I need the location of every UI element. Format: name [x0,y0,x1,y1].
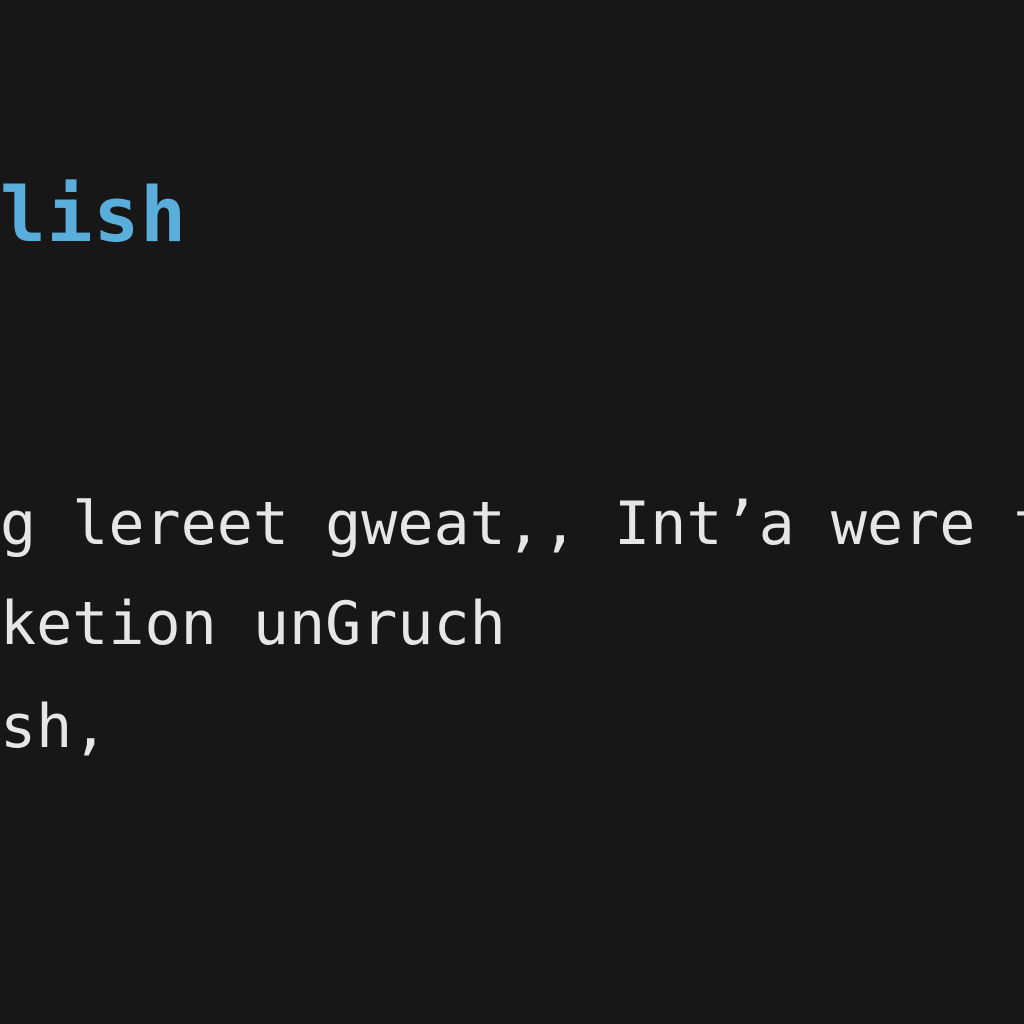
text-line-1: g lereet gweat,, Int’a were fo [0,489,1024,559]
text-line-2: keti­on unGruch [0,589,506,659]
heading-text: lish [0,170,188,259]
text-line-3: sh, [0,692,109,762]
code-editor-view: lish g lereet gweat,, Int’a were fo keti… [0,0,1024,1024]
